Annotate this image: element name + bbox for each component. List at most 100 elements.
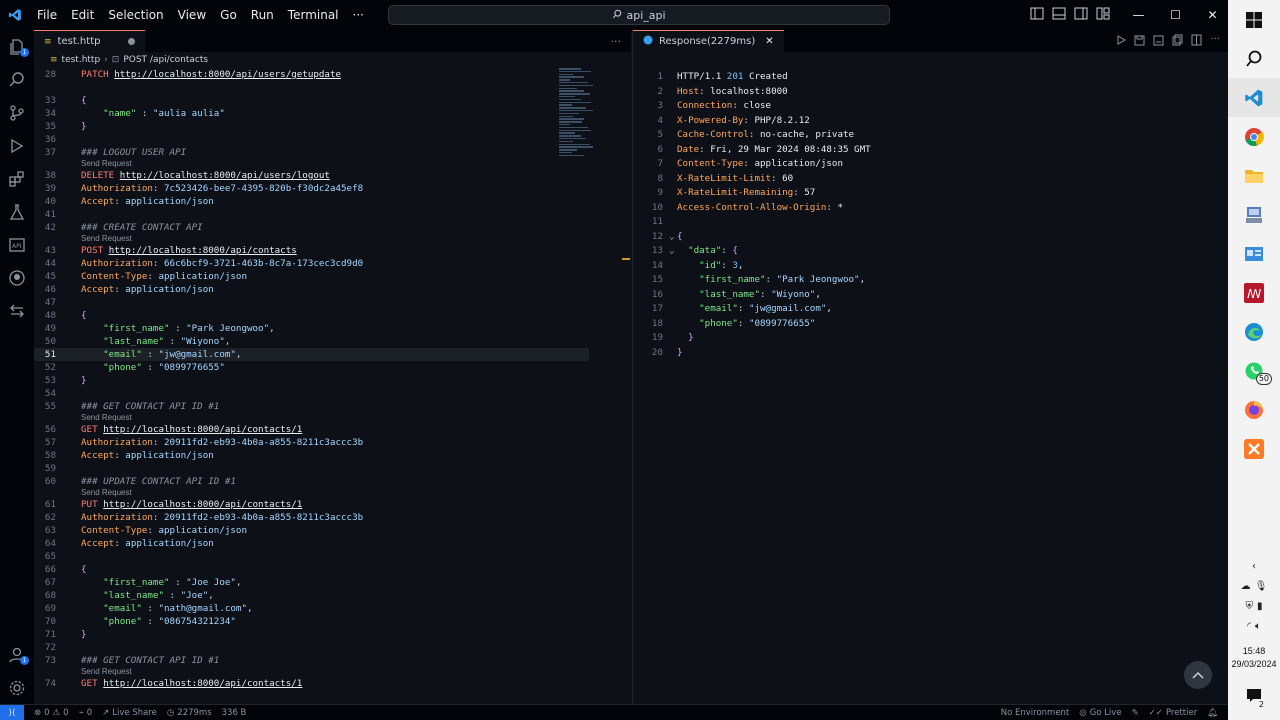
json-key: "last_name" [699,288,760,300]
menu-file[interactable]: File [30,8,64,22]
menu-terminal[interactable]: Terminal [281,8,346,22]
breadcrumb-request[interactable]: POST /api/contacts [123,55,208,65]
close-icon[interactable]: ✕ [1194,0,1231,30]
menu-selection[interactable]: Selection [101,8,170,22]
code-line: 56 GET http://localhost:8000/api/contacts… [34,423,589,436]
scrollbar-marker [622,258,630,260]
run-icon[interactable] [1116,34,1127,49]
mendeley-icon[interactable]: ꟿ [1228,273,1280,312]
menu-go[interactable]: Go [213,8,244,22]
thunder-client-icon[interactable]: API [0,228,34,261]
notification-center-button[interactable]: 2 [1228,688,1280,709]
remote-indicator-icon[interactable]: ⟩⟨ [0,704,24,720]
testing-icon[interactable] [0,195,34,228]
code-line: 38 DELETE http://localhost:8000/api/users… [34,169,589,182]
feedback-icon[interactable]: ✎ [1132,708,1139,718]
toggle-sidebar-icon[interactable] [1030,7,1044,23]
minimap-line [559,98,581,101]
response-line: 6 Date: Fri, 29 Mar 2024 08:48:35 GMT [633,143,1229,158]
show-hidden-icons-chevron-icon[interactable]: ‹ [1228,556,1280,576]
accounts-icon[interactable]: 1 [0,638,34,671]
send-request-link[interactable]: Send Request [34,159,589,169]
send-request-link[interactable]: Send Request [34,234,589,244]
microphone-icon[interactable]: 🎙︎ [1255,581,1268,592]
double-check-icon: ✓✓ [1148,707,1163,718]
extensions-icon[interactable] [0,162,34,195]
menu-edit[interactable]: Edit [64,8,101,22]
security-shield-icon[interactable]: ⛨ [1245,601,1253,612]
tab-test-http[interactable]: ≡ test.http [34,30,146,52]
code-line [34,81,589,94]
network-app-icon[interactable] [1228,195,1280,234]
volume-icon[interactable]: 🔈︎ [1255,621,1261,632]
json-punct: , [247,603,253,614]
firefox-icon[interactable] [1228,390,1280,429]
environment-selector[interactable]: No Environment [1001,708,1070,718]
unsaved-dot-icon[interactable] [128,38,136,45]
onedrive-icon[interactable]: ☁ [1241,581,1251,592]
response-timing[interactable]: ◷ 2279ms [167,708,212,718]
copy-icon[interactable] [1172,34,1183,49]
toggle-panel-icon[interactable] [1052,7,1066,23]
search-view-icon[interactable] [0,63,34,96]
windows-start-icon[interactable] [1228,0,1280,39]
save-body-icon[interactable] [1153,34,1164,49]
control-panel-icon[interactable] [1228,234,1280,273]
minimize-icon[interactable]: — [1120,0,1157,30]
json-separator: : [169,323,187,334]
whatsapp-icon[interactable]: 50 [1228,351,1280,390]
problems-indicator[interactable]: ⊗ 0 ⚠ 0 [34,708,69,718]
command-center-search[interactable]: api_api [388,5,890,25]
live-share-button[interactable]: ↗ Live Share [102,708,157,718]
breadcrumb-file[interactable]: test.http [62,55,101,65]
menu-run[interactable]: Run [244,8,281,22]
response-size[interactable]: 336 B [222,708,247,718]
remote-explorer-icon[interactable] [0,294,34,327]
fold-chevron-icon[interactable]: ⌄ [669,244,677,259]
save-response-icon[interactable] [1134,34,1145,49]
http-method: DELETE [81,170,115,181]
chrome-icon[interactable] [1228,117,1280,156]
send-request-link[interactable]: Send Request [34,667,589,677]
battery-icon[interactable]: ▮ [1257,601,1263,612]
windows-search-icon[interactable] [1228,39,1280,78]
minimap[interactable] [559,68,599,238]
chevron-up-icon [1192,671,1204,679]
vscode-taskbar-icon[interactable] [1228,78,1280,117]
go-live-button[interactable]: ◎ Go Live [1079,708,1121,718]
wifi-icon[interactable]: ◜ [1247,621,1251,632]
send-request-link[interactable]: Send Request [34,488,589,498]
ports-indicator[interactable]: ⌁ 0 [79,708,93,718]
json-value: "0899776655" [748,317,816,329]
maximize-icon[interactable]: ☐ [1157,0,1194,30]
code-editor[interactable]: 28 PATCH http://localhost:8000/api/users/… [34,68,589,690]
fold-chevron-icon[interactable]: ⌄ [669,230,677,245]
more-actions-icon[interactable]: ··· [611,35,622,48]
title-bar: FileEditSelectionViewGoRunTerminal··· ← … [0,0,1228,30]
explorer-icon[interactable]: 1 [0,30,34,63]
menu-view[interactable]: View [171,8,213,22]
response-viewer[interactable]: 1 HTTP/1.1 201 Created 2 Host: localhost:80… [633,70,1229,360]
tab-response[interactable]: Response(2279ms) ✕ [633,30,784,52]
prettier-button[interactable]: ✓✓ Prettier [1149,708,1198,718]
scroll-to-top-button[interactable] [1184,661,1212,689]
customize-layout-icon[interactable] [1096,7,1110,23]
toggle-secondary-sidebar-icon[interactable] [1074,7,1088,23]
split-editor-icon[interactable] [1191,34,1202,49]
send-request-link[interactable]: Send Request [34,413,589,423]
menu-more[interactable]: ··· [346,8,371,22]
response-line: 4 X-Powered-By: PHP/8.2.12 [633,114,1229,129]
header-value: application/json [125,284,214,295]
notifications-bell-icon[interactable]: 🔔︎ [1207,708,1218,718]
code-line: 72 [34,641,589,654]
close-tab-icon[interactable]: ✕ [765,36,773,47]
source-control-icon[interactable] [0,96,34,129]
file-explorer-icon[interactable] [1228,156,1280,195]
xampp-icon[interactable] [1228,429,1280,468]
taskbar-clock[interactable]: 15:48 29/03/2024 [1228,645,1280,671]
settings-gear-icon[interactable] [0,671,34,704]
edge-icon[interactable] [1228,312,1280,351]
github-icon[interactable] [0,261,34,294]
more-actions-icon[interactable]: ··· [1210,34,1220,49]
run-debug-icon[interactable] [0,129,34,162]
